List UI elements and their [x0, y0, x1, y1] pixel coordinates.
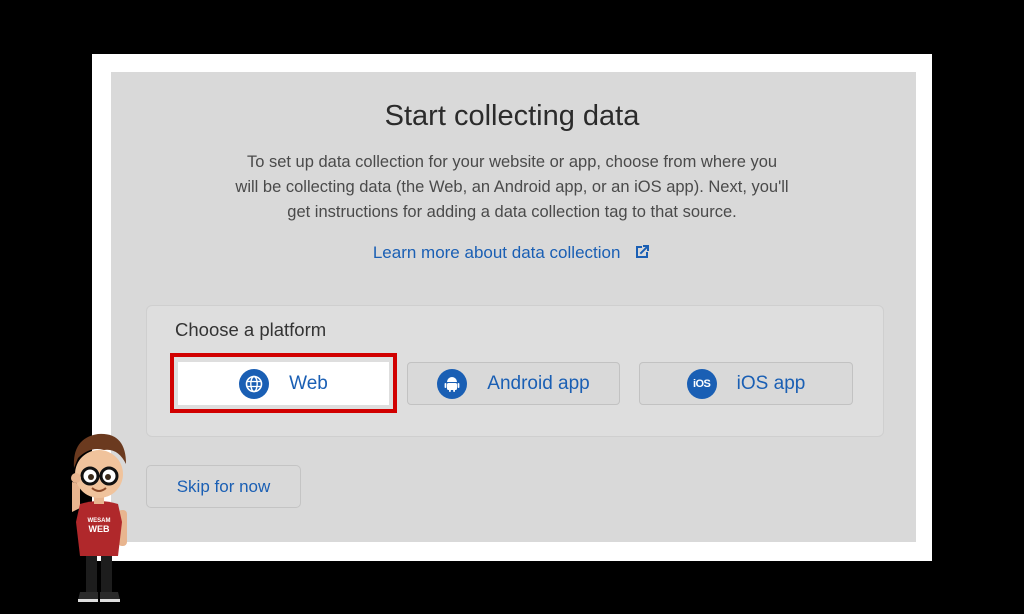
ios-label: iOS app [736, 372, 806, 394]
choose-platform-heading: Choose a platform [175, 319, 327, 340]
mascot-character: WESAM WEB [71, 433, 127, 602]
page-title: Start collecting data [384, 100, 640, 132]
learn-more-link[interactable]: Learn more about data collection [0, 243, 1024, 266]
web-label: Web [289, 372, 328, 394]
globe-icon [239, 368, 270, 399]
description-line: get instructions for adding a data colle… [287, 203, 737, 221]
description-line: To set up data collection for your websi… [246, 153, 778, 171]
android-icon [437, 368, 468, 399]
learn-more-label: Learn more about data collection [372, 243, 621, 262]
android-label: Android app [487, 372, 590, 394]
skip-label: Skip for now [176, 476, 271, 496]
ios-platform-button[interactable]: iOS iOS app [639, 362, 853, 405]
skip-for-now-button[interactable]: Skip for now [146, 465, 301, 508]
description: To set up data collection for your websi… [200, 150, 824, 225]
ios-icon-text: iOS [692, 377, 711, 390]
shirt-text-bottom: WEB [89, 524, 110, 534]
web-platform-button[interactable]: Web [178, 362, 389, 405]
external-link-icon [633, 243, 651, 266]
description-line: will be collecting data (the Web, an And… [235, 178, 789, 196]
android-platform-button[interactable]: Android app [407, 362, 620, 405]
ios-icon: iOS [686, 368, 717, 399]
